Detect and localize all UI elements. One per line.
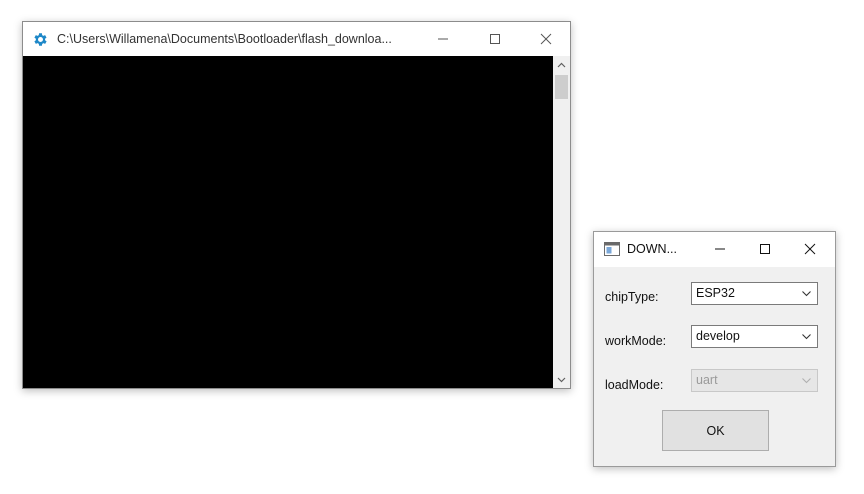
console-window: C:\Users\Willamena\Documents\Bootloader\…: [22, 21, 571, 389]
dialog-titlebar[interactable]: DOWN...: [594, 232, 835, 267]
load-mode-value: uart: [696, 373, 718, 387]
console-close-button[interactable]: [523, 22, 569, 56]
close-icon: [804, 243, 816, 255]
maximize-icon: [760, 244, 770, 254]
load-mode-select: uart: [691, 369, 818, 392]
load-mode-label: loadMode:: [605, 378, 664, 392]
maximize-icon: [490, 34, 500, 44]
chevron-down-icon: [802, 378, 811, 384]
work-mode-label: workMode:: [605, 334, 667, 348]
chevron-down-icon: [802, 334, 811, 340]
scrollbar-thumb[interactable]: [555, 75, 568, 99]
close-icon: [540, 33, 552, 45]
dialog-title: DOWN...: [627, 242, 677, 256]
window-app-icon: [604, 242, 620, 256]
chevron-down-icon: [557, 377, 566, 382]
dialog-minimize-button[interactable]: [697, 232, 743, 266]
chip-type-value: ESP32: [696, 286, 735, 300]
work-mode-value: develop: [696, 329, 740, 343]
dialog-close-button[interactable]: [787, 232, 833, 266]
console-scrollbar[interactable]: [553, 56, 570, 388]
scroll-up-button[interactable]: [553, 56, 570, 73]
console-window-title: C:\Users\Willamena\Documents\Bootloader\…: [57, 32, 392, 46]
chip-type-label: chipType:: [605, 290, 659, 304]
console-output-area[interactable]: [23, 56, 553, 388]
gear-icon: [34, 33, 47, 46]
ok-button[interactable]: OK: [662, 410, 769, 451]
chevron-up-icon: [557, 62, 566, 67]
minimize-icon: [715, 248, 725, 250]
console-titlebar[interactable]: C:\Users\Willamena\Documents\Bootloader\…: [23, 22, 570, 56]
scroll-down-button[interactable]: [553, 371, 570, 388]
minimize-icon: [438, 38, 448, 40]
console-minimize-button[interactable]: [420, 22, 466, 56]
download-dialog: DOWN... chipType: ESP32 workMode: develo…: [593, 231, 836, 467]
console-maximize-button[interactable]: [472, 22, 518, 56]
dialog-maximize-button[interactable]: [742, 232, 788, 266]
work-mode-select[interactable]: develop: [691, 325, 818, 348]
chevron-down-icon: [802, 291, 811, 297]
chip-type-select[interactable]: ESP32: [691, 282, 818, 305]
